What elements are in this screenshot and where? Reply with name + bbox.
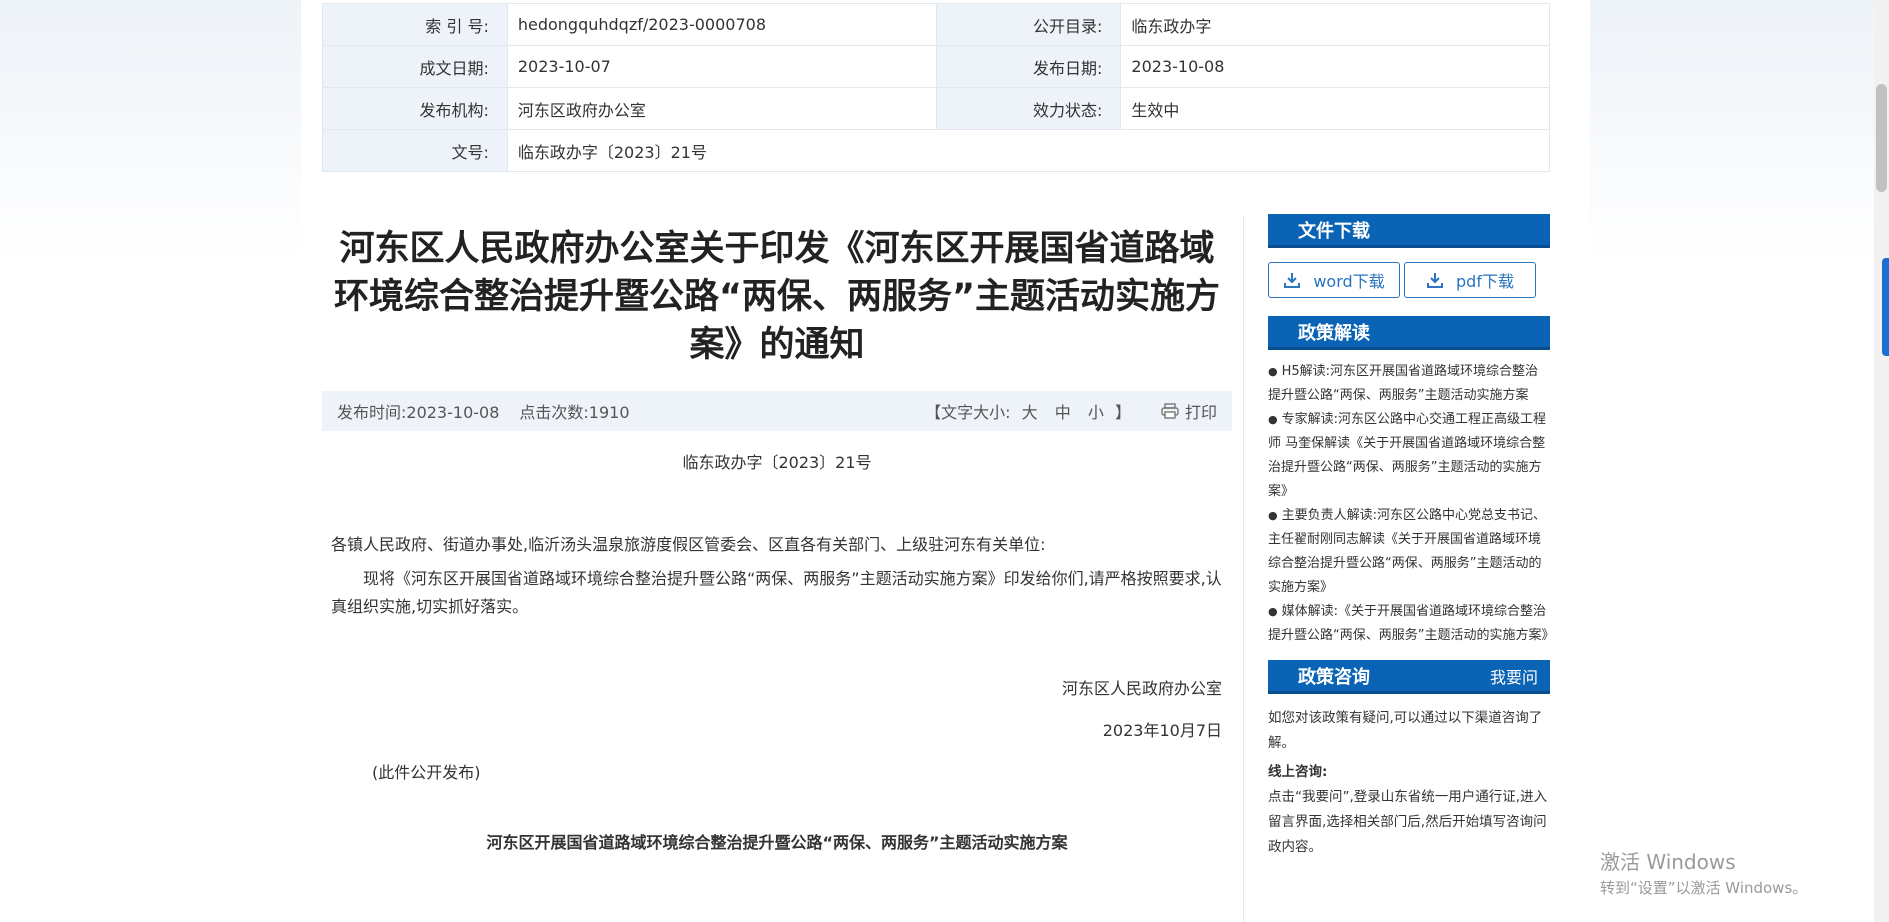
publish-time: 发布时间:2023-10-08 (337, 403, 500, 422)
download-title: 文件下载 (1298, 220, 1370, 242)
meta-value-index: hedongquhdqzf/2023-0000708 (506, 3, 937, 46)
meta-value-publish-date: 2023-10-08 (1120, 45, 1550, 88)
side-float-tab[interactable] (1882, 258, 1889, 356)
addressees: 各镇人民政府、街道办事处,临沂汤头温泉旅游度假区管委会、区直各有关部门、上级驻河… (331, 535, 1046, 554)
interpretation-item[interactable]: H5解读:河东区开展国省道路域环境综合整治提升暨公路“两保、两服务”主题活动实施… (1268, 360, 1550, 408)
interpretation-list: H5解读:河东区开展国省道路域环境综合整治提升暨公路“两保、两服务”主题活动实施… (1268, 350, 1554, 654)
watermark-line1: 激活 Windows (1600, 850, 1736, 874)
document-meta-table: 索 引 号: hedongquhdqzf/2023-0000708 公开目录: … (322, 3, 1551, 172)
font-large-button[interactable]: 大 (1022, 403, 1038, 422)
meta-value-agency: 河东区政府办公室 (506, 87, 937, 130)
signature-date: 2023年10月7日 (1102, 721, 1222, 740)
public-note: (此件公开发布) (372, 763, 481, 782)
vertical-scrollbar[interactable] (1874, 0, 1889, 922)
interpretation-header: 政策解读 (1268, 316, 1550, 350)
print-button[interactable]: 打印 (1161, 399, 1217, 423)
consult-intro: 如您对该政策有疑问,可以通过以下渠道咨询了解。 (1268, 710, 1543, 751)
windows-activation-watermark: 激活 Windows 转到“设置”以激活 Windows。 (1600, 846, 1807, 898)
pdf-download-button[interactable]: pdf下载 (1404, 262, 1536, 298)
interpretation-item[interactable]: 专家解读:河东区公路中心交通工程正高级工程师 马奎保解读《关于开展国省道路域环境… (1268, 408, 1550, 504)
printer-icon (1161, 403, 1179, 419)
meta-row: 成文日期: 2023-10-07 发布日期: 2023-10-08 (322, 45, 1550, 88)
consult-header: 政策咨询 我要问 (1268, 660, 1550, 694)
word-download-label: word下载 (1313, 272, 1385, 291)
download-icon (1284, 273, 1301, 288)
sidebar: 文件下载 word下载 pdf下载 政策解读 H5解读:河东区开展国省道路域环境… (1268, 214, 1554, 860)
meta-key-agency: 发布机构: (322, 87, 508, 130)
article-body: 临东政办字〔2023〕21号 各镇人民政府、街道办事处,临沂汤头温泉旅游度假区管… (322, 449, 1232, 857)
font-size-control: 【文字大小: 大 中 小 】 (925, 399, 1131, 423)
online-consult-text: 点击“我要问”,登录山东省统一用户通行证,进入留言界面,选择相关部门后,然后开始… (1268, 789, 1548, 855)
attachment-title: 河东区开展国省道路域环境综合整治提升暨公路“两保、两服务”主题活动实施方案 (486, 833, 1068, 852)
pdf-download-label: pdf下载 (1456, 272, 1514, 291)
font-size-close: 】 (1114, 403, 1131, 422)
interpretation-item[interactable]: 主要负责人解读:河东区公路中心党总支书记、主任翟耐刚同志解读《关于开展国省道路域… (1268, 504, 1550, 600)
meta-row: 发布机构: 河东区政府办公室 效力状态: 生效中 (322, 87, 1550, 130)
consult-content: 如您对该政策有疑问,可以通过以下渠道咨询了解。 线上咨询: 点击“我要问”,登录… (1268, 694, 1550, 860)
ask-question-link[interactable]: 我要问 (1490, 664, 1538, 688)
meta-value-catalog: 临东政办字 (1120, 3, 1550, 46)
download-header: 文件下载 (1268, 214, 1550, 248)
print-label: 打印 (1184, 403, 1217, 422)
body-paragraph: 现将《河东区开展国省道路域环境综合整治提升暨公路“两保、两服务”主题活动实施方案… (331, 569, 1222, 616)
scrollbar-thumb[interactable] (1876, 84, 1887, 192)
interpretation-title: 政策解读 (1298, 322, 1370, 344)
meta-row: 文号: 临东政办字〔2023〕21号 (322, 129, 1551, 172)
click-count: 点击次数:1910 (519, 403, 630, 422)
download-buttons: word下载 pdf下载 (1268, 262, 1550, 298)
meta-row: 索 引 号: hedongquhdqzf/2023-0000708 公开目录: … (322, 3, 1550, 46)
meta-key-index: 索 引 号: (322, 3, 508, 46)
article-info-bar: 发布时间:2023-10-08 点击次数:1910 【文字大小: 大 中 小 】… (322, 391, 1232, 431)
document-number: 临东政办字〔2023〕21号 (682, 453, 872, 472)
consult-title: 政策咨询 (1298, 666, 1370, 688)
article-title: 河东区人民政府办公室关于印发《河东区开展国省道路域环境综合整治提升暨公路“两保、… (333, 229, 1220, 365)
meta-key-publish-date: 发布日期: (935, 45, 1122, 88)
online-consult-label: 线上咨询: (1268, 764, 1328, 780)
signature: 河东区人民政府办公室 (1061, 679, 1222, 698)
word-download-button[interactable]: word下载 (1268, 262, 1400, 298)
meta-value-status: 生效中 (1120, 87, 1550, 130)
meta-key-written-date: 成文日期: (322, 45, 508, 88)
meta-value-written-date: 2023-10-07 (506, 45, 937, 88)
column-divider (1243, 215, 1244, 922)
font-small-button[interactable]: 小 (1088, 403, 1104, 422)
article: 河东区人民政府办公室关于印发《河东区开展国省道路域环境综合整治提升暨公路“两保、… (322, 215, 1232, 857)
meta-value-docno: 临东政办字〔2023〕21号 (506, 129, 1551, 172)
font-size-label: 【文字大小: (925, 403, 1011, 422)
meta-key-status: 效力状态: (935, 87, 1122, 130)
meta-key-docno: 文号: (322, 129, 508, 172)
meta-key-catalog: 公开目录: (935, 3, 1122, 46)
interpretation-item[interactable]: 媒体解读:《关于开展国省道路域环境综合整治提升暨公路“两保、两服务”主题活动的实… (1268, 600, 1554, 648)
download-icon (1427, 273, 1444, 288)
font-medium-button[interactable]: 中 (1055, 403, 1071, 422)
watermark-line2: 转到“设置”以激活 Windows。 (1600, 879, 1808, 897)
